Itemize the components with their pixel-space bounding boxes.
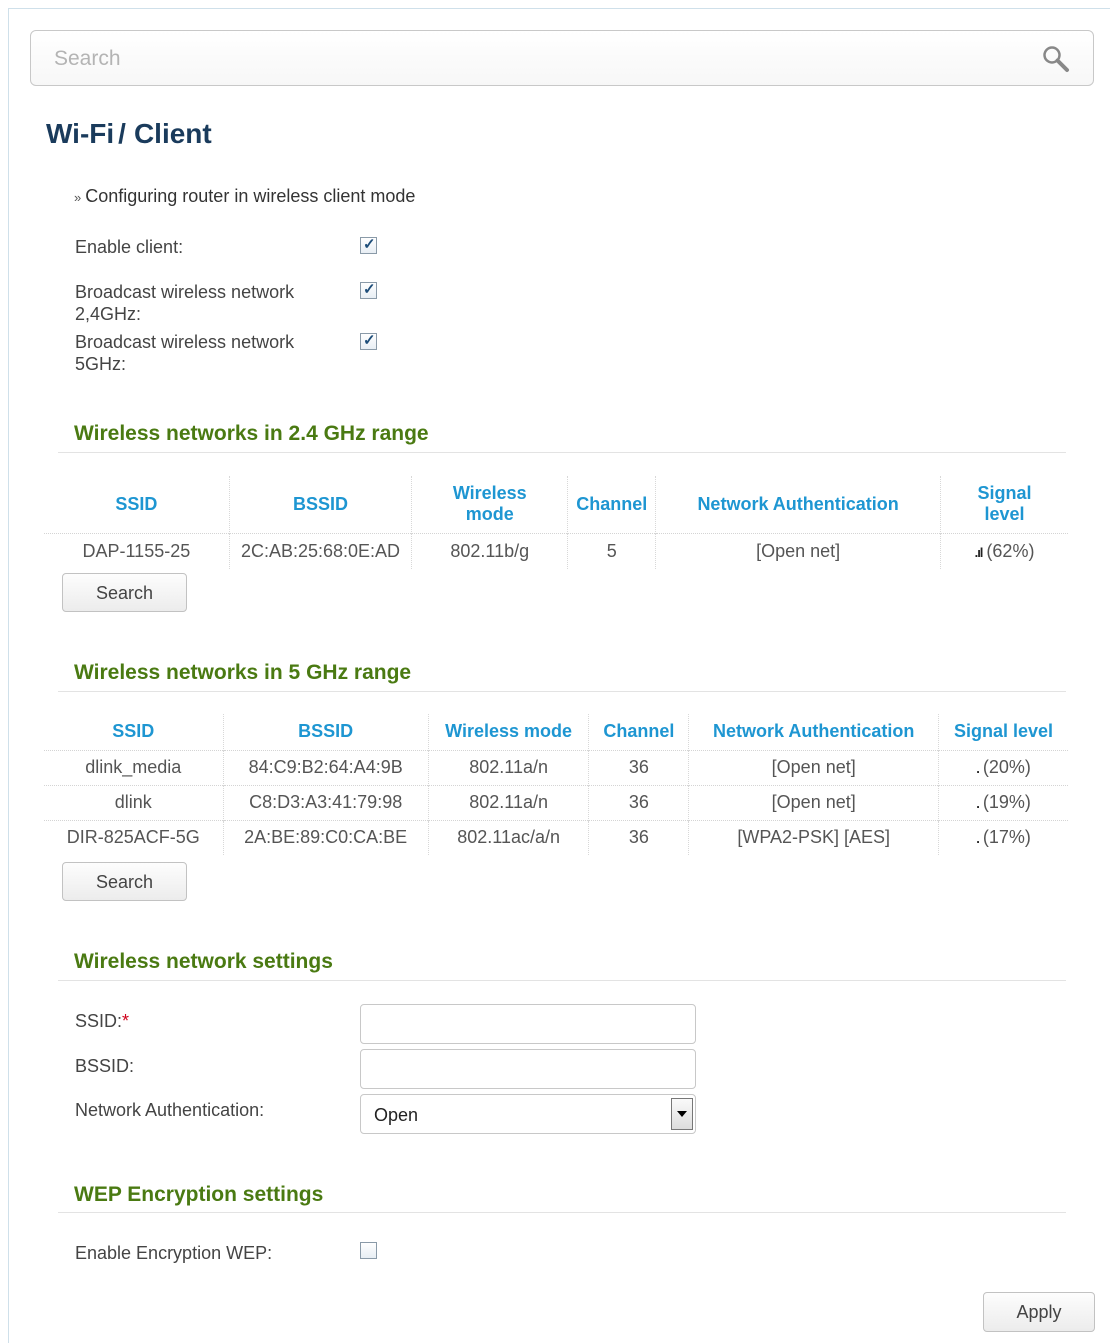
table-row[interactable]: dlink C8:D3:A3:41:79:98 802.11a/n 36 [Op…	[44, 784, 1068, 820]
search-box[interactable]: Search	[30, 30, 1094, 86]
ssid-label-text: SSID:	[75, 1011, 123, 1031]
broadcast-5-checkbox[interactable]	[360, 331, 377, 350]
section-title-5ghz: Wireless networks in 5 GHz range	[74, 661, 412, 684]
enable-client-checkbox[interactable]	[360, 235, 377, 254]
col-network-auth[interactable]: Network Authentication	[655, 476, 941, 533]
bssid-input[interactable]	[360, 1049, 696, 1089]
page-title: Wi-Fi / Client	[46, 118, 212, 150]
network-auth-label: Network Authentication:	[75, 1100, 265, 1120]
cell-ssid: DAP-1155-25	[44, 532, 230, 569]
cell-ssid: DIR-825ACF-5G	[44, 819, 224, 855]
divider	[58, 1212, 1066, 1213]
cell-signal: . (20%)	[938, 749, 1068, 785]
networks-5-table: SSID BSSID Wireless mode Channel Network…	[44, 714, 1068, 855]
col-ssid[interactable]: SSID	[44, 714, 223, 750]
enable-client-label: Enable client:	[75, 237, 184, 257]
search-24-button[interactable]: Search	[62, 573, 187, 612]
networks-24-table: SSID BSSID Wireless mode Channel Network…	[44, 476, 1068, 569]
cell-signal: . (17%)	[938, 819, 1068, 855]
cell-auth: [Open net]	[688, 749, 939, 785]
cell-ssid: dlink	[44, 784, 224, 820]
col-channel[interactable]: Channel	[567, 476, 656, 533]
col-signal-level[interactable]: Signal level	[940, 476, 1068, 533]
signal-value: (19%)	[982, 792, 1031, 812]
signal-weak-icon: .	[976, 831, 980, 847]
col-bssid[interactable]: BSSID	[228, 476, 412, 533]
search-5-button[interactable]: Search	[62, 862, 187, 901]
col-signal-level[interactable]: Signal level	[938, 714, 1068, 750]
cell-mode: 802.11ac/a/n	[427, 819, 589, 855]
ssid-input[interactable]	[360, 1004, 696, 1044]
signal-value: (20%)	[982, 757, 1031, 777]
search-input[interactable]: Search	[54, 47, 121, 71]
cell-bssid: C8:D3:A3:41:79:98	[222, 784, 429, 820]
cell-auth: [Open net]	[655, 532, 941, 569]
cell-auth: [Open net]	[688, 784, 939, 820]
signal-strong-icon: .ıl	[974, 544, 984, 560]
description-text: Configuring router in wireless client mo…	[85, 186, 416, 206]
page-description: » Configuring router in wireless client m…	[74, 186, 415, 207]
table-row[interactable]: dlink_media 84:C9:B2:64:A4:9B 802.11a/n …	[44, 749, 1068, 785]
divider	[58, 691, 1066, 692]
cell-channel: 36	[588, 784, 689, 820]
cell-bssid: 2C:AB:25:68:0E:AD	[228, 532, 412, 569]
cell-bssid: 84:C9:B2:64:A4:9B	[222, 749, 429, 785]
divider	[58, 980, 1066, 981]
breadcrumb-page: Client	[133, 118, 212, 149]
col-network-auth[interactable]: Network Authentication	[688, 714, 939, 750]
ssid-label: SSID:*	[75, 1010, 325, 1032]
broadcast-24-checkbox[interactable]	[360, 280, 377, 299]
apply-button[interactable]: Apply	[983, 1292, 1095, 1332]
col-wireless-mode[interactable]: Wireless mode	[411, 476, 568, 533]
section-title-wep: WEP Encryption settings	[74, 1183, 324, 1206]
cell-bssid: 2A:BE:89:C0:CA:BE	[222, 819, 429, 855]
signal-value: (62%)	[986, 540, 1035, 561]
signal-value: (17%)	[982, 827, 1031, 848]
cell-channel: 36	[588, 819, 689, 855]
cell-mode: 802.11a/n	[427, 749, 589, 785]
signal-weak-icon: .	[976, 761, 980, 776]
section-title-settings: Wireless network settings	[74, 950, 333, 973]
col-ssid[interactable]: SSID	[44, 476, 229, 533]
divider	[58, 452, 1066, 453]
search-icon[interactable]	[1041, 44, 1071, 74]
cell-signal: . (19%)	[938, 784, 1068, 820]
double-arrow-icon: »	[74, 190, 82, 205]
table-row[interactable]: DIR-825ACF-5G 2A:BE:89:C0:CA:BE 802.11ac…	[44, 819, 1068, 855]
cell-signal: .ıl (62%)	[940, 532, 1068, 569]
cell-ssid: dlink_media	[44, 749, 224, 785]
bssid-label: BSSID:	[75, 1056, 135, 1076]
breadcrumb-separator: /	[118, 118, 126, 149]
network-auth-select[interactable]: Open	[360, 1094, 696, 1134]
dropdown-arrow-icon[interactable]	[671, 1098, 693, 1130]
network-auth-value: Open	[374, 1105, 419, 1125]
section-title-24ghz: Wireless networks in 2.4 GHz range	[74, 422, 429, 445]
cell-auth: [WPA2-PSK] [AES]	[688, 819, 939, 855]
signal-weak-icon: .	[976, 796, 980, 811]
table-row[interactable]: DAP-1155-25 2C:AB:25:68:0E:AD 802.11b/g …	[44, 532, 1068, 569]
col-wireless-mode[interactable]: Wireless mode	[427, 714, 589, 750]
col-bssid[interactable]: BSSID	[222, 714, 429, 750]
enable-wep-label: Enable Encryption WEP:	[75, 1243, 273, 1263]
cell-channel: 5	[567, 532, 656, 569]
col-channel[interactable]: Channel	[588, 714, 689, 750]
broadcast-5-label: Broadcast wireless network 5GHz:	[75, 332, 295, 374]
cell-channel: 36	[588, 749, 689, 785]
enable-wep-checkbox[interactable]	[360, 1242, 377, 1259]
broadcast-24-label: Broadcast wireless network 2,4GHz:	[75, 282, 295, 324]
cell-mode: 802.11b/g	[411, 532, 568, 569]
cell-mode: 802.11a/n	[427, 784, 589, 820]
breadcrumb-section[interactable]: Wi-Fi	[46, 118, 114, 149]
required-mark: *	[122, 1011, 130, 1031]
